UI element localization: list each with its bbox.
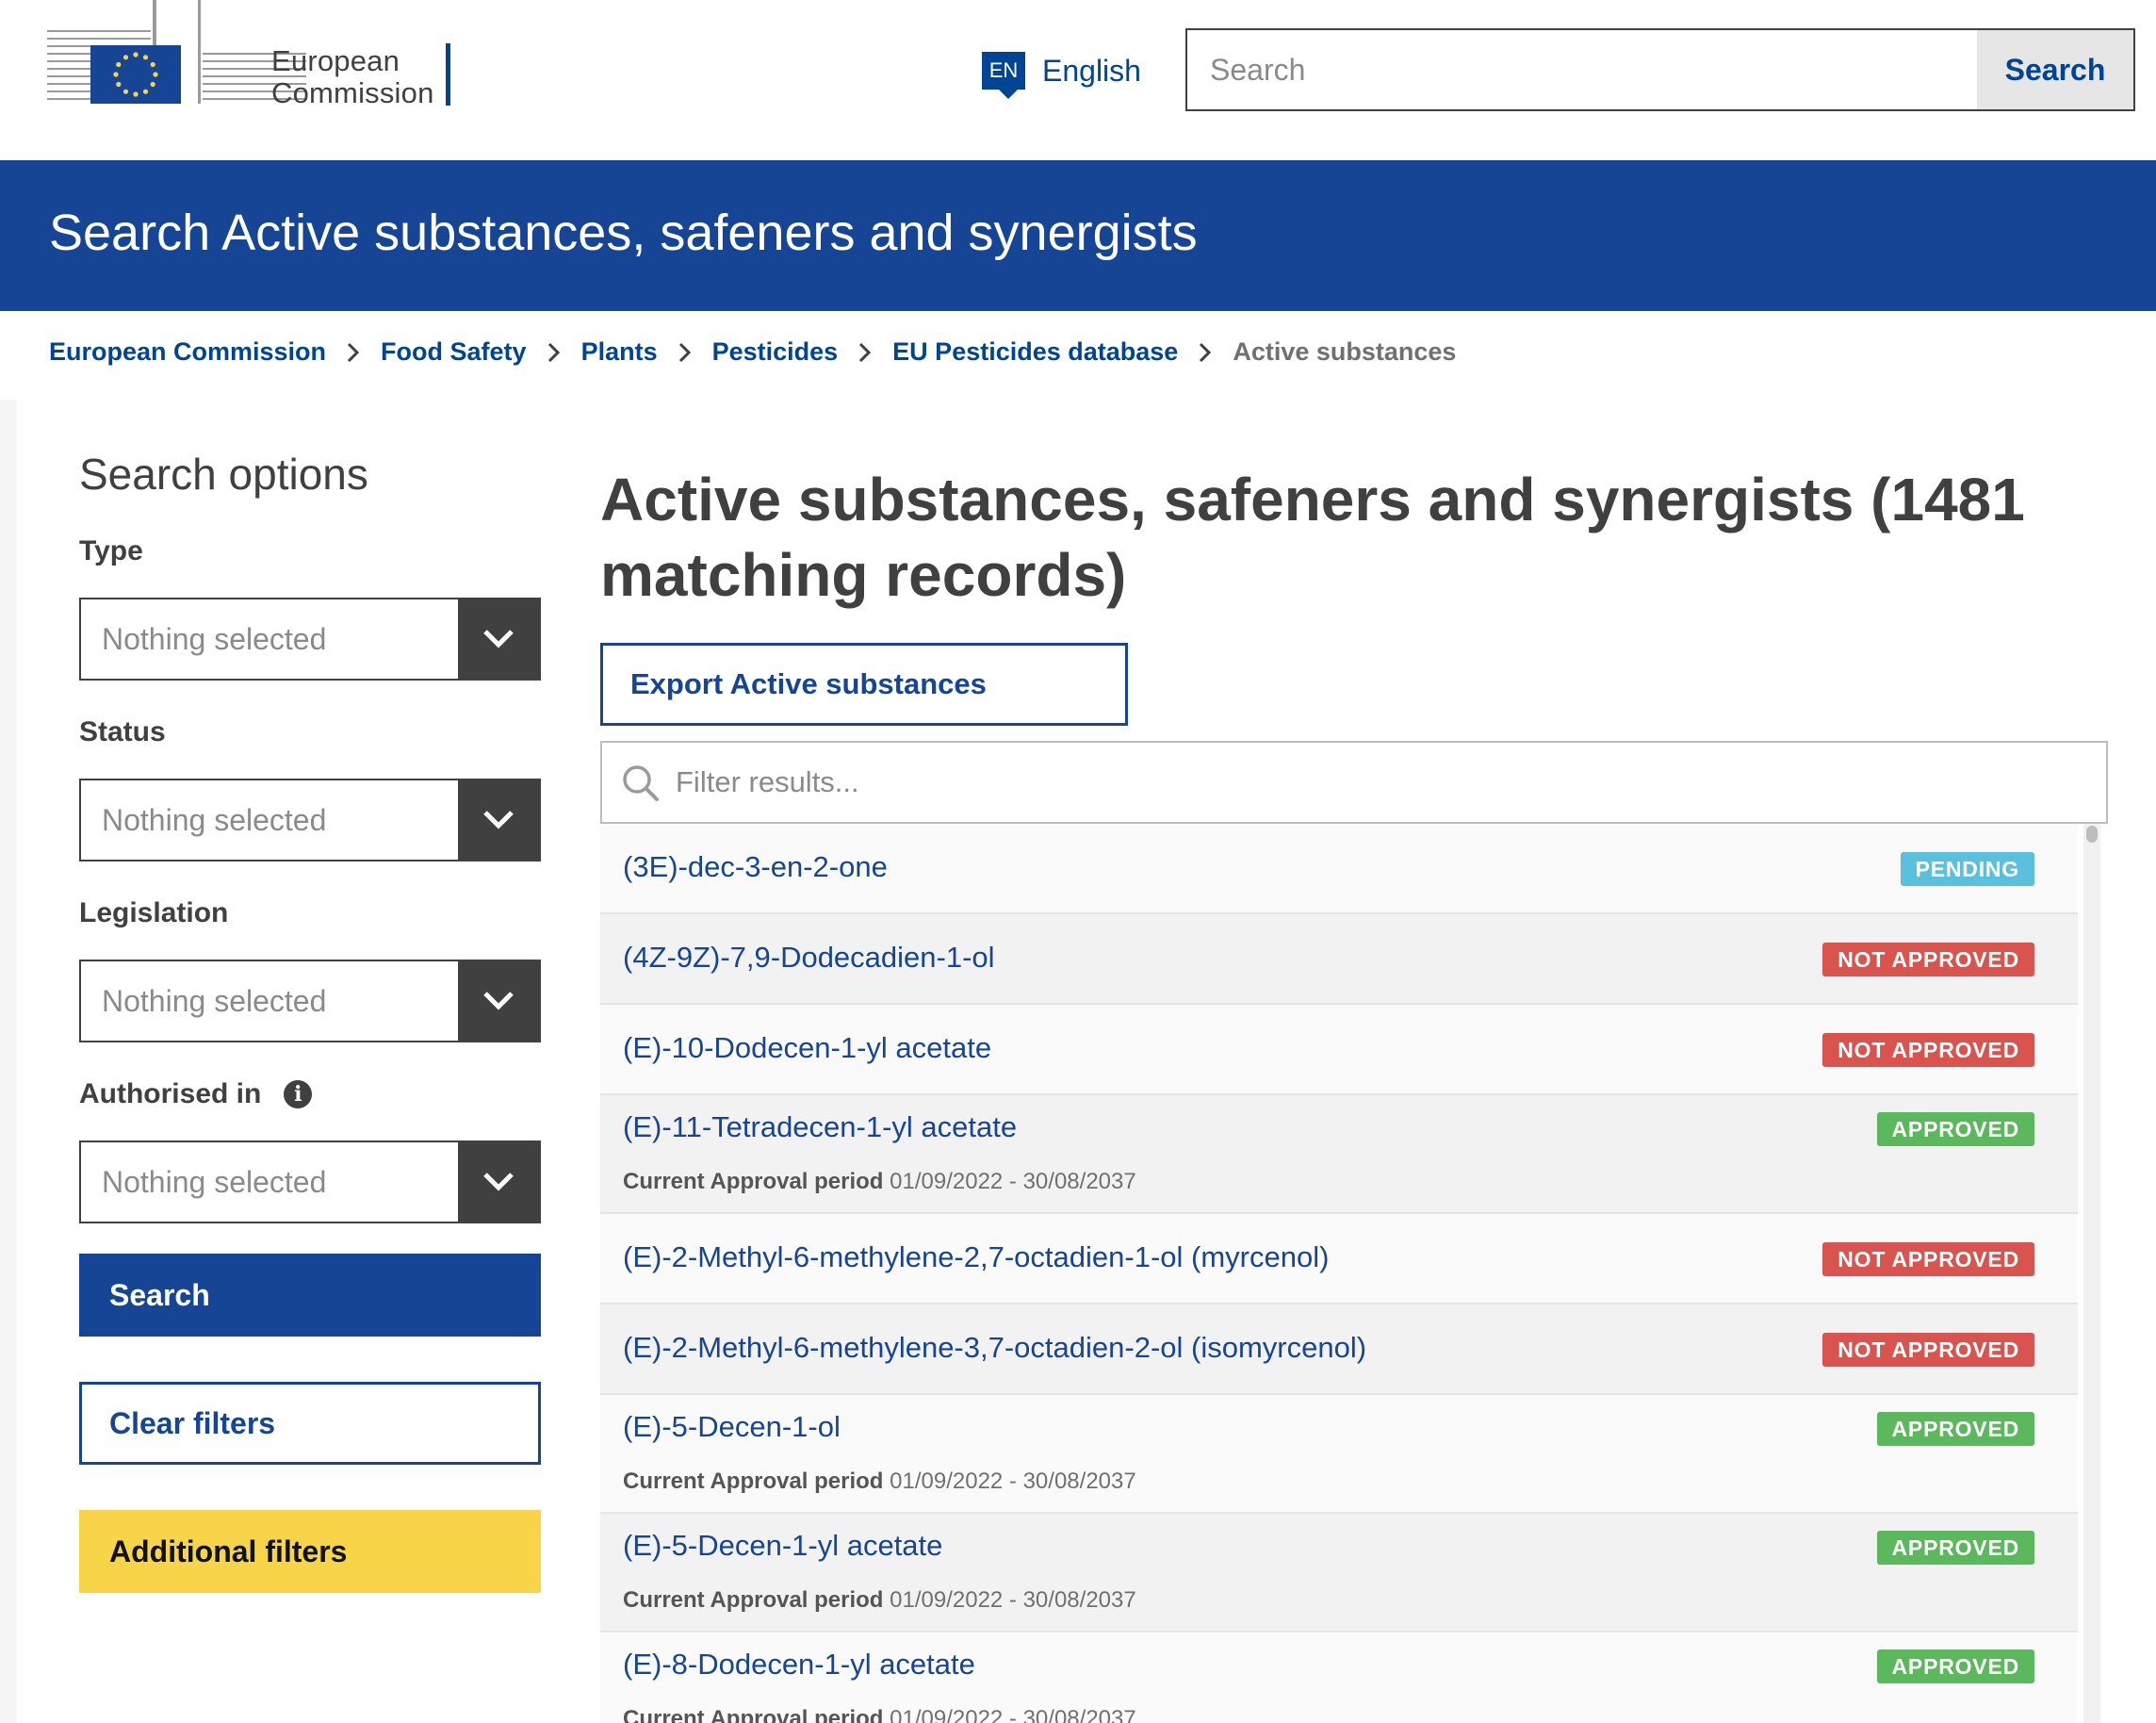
language-label: English xyxy=(1042,53,1141,88)
export-button[interactable]: Export Active substances xyxy=(600,643,1128,726)
approval-period: Current Approval period 01/09/2022 - 30/… xyxy=(623,1469,1136,1494)
page-title: Search Active substances, safeners and s… xyxy=(49,205,1198,261)
status-badge: PENDING xyxy=(1900,852,2034,886)
status-badge: APPROVED xyxy=(1876,1112,2034,1146)
results-scrollbar[interactable] xyxy=(2083,824,2100,1723)
additional-filters-button[interactable]: Additional filters xyxy=(79,1510,541,1593)
breadcrumb-link-eu-pesticides-database[interactable]: EU Pesticides database xyxy=(892,337,1178,367)
status-badge: APPROVED xyxy=(1876,1412,2034,1446)
list-item[interactable]: (3E)-dec-3-en-2-one PENDING xyxy=(600,824,2078,914)
logo-text-line2: Commission xyxy=(271,76,434,109)
approval-period: Current Approval period 01/09/2022 - 30/… xyxy=(623,1169,1136,1194)
list-item[interactable]: (4Z-9Z)-7,9-Dodecadien-1-ol NOT APPROVED xyxy=(600,914,2078,1005)
site-search: Search xyxy=(1185,28,2135,111)
status-select[interactable]: Nothing selected xyxy=(79,779,541,862)
results-list: (3E)-dec-3-en-2-one PENDING (4Z-9Z)-7,9-… xyxy=(600,824,2078,1723)
european-commission-logo[interactable]: European Commission xyxy=(47,0,462,113)
status-badge: APPROVED xyxy=(1876,1531,2034,1565)
chevron-right-icon xyxy=(1188,338,1222,367)
chevron-down-icon xyxy=(458,1142,539,1222)
substance-link[interactable]: (E)-11-Tetradecen-1-yl acetate xyxy=(623,1110,1017,1144)
search-icon xyxy=(621,763,661,808)
logo-text-line1: European xyxy=(271,44,400,77)
status-badge: APPROVED xyxy=(1876,1649,2034,1683)
breadcrumb-current: Active substances xyxy=(1233,337,1457,366)
status-badge: NOT APPROVED xyxy=(1822,1033,2034,1067)
breadcrumb: European Commission Food Safety Plants P… xyxy=(49,337,1456,367)
substance-link[interactable]: (E)-2-Methyl-6-methylene-2,7-octadien-1-… xyxy=(623,1240,1329,1274)
approval-period: Current Approval period 01/09/2022 - 30/… xyxy=(623,1706,1136,1723)
scrollbar-thumb[interactable] xyxy=(2086,826,2098,843)
breadcrumb-link-food-safety[interactable]: Food Safety xyxy=(381,337,527,367)
list-item[interactable]: (E)-11-Tetradecen-1-yl acetate APPROVED … xyxy=(600,1095,2078,1214)
legislation-select-value: Nothing selected xyxy=(102,984,327,1018)
clear-filters-button[interactable]: Clear filters xyxy=(79,1382,541,1465)
list-item[interactable]: (E)-5-Decen-1-ol APPROVED Current Approv… xyxy=(600,1395,2078,1514)
status-badge: NOT APPROVED xyxy=(1822,1333,2034,1367)
status-badge: NOT APPROVED xyxy=(1822,1242,2034,1276)
logo-divider xyxy=(446,43,450,106)
info-icon[interactable]: i xyxy=(284,1080,313,1108)
authorised-in-label: Authorised in i xyxy=(79,1078,313,1110)
type-select[interactable]: Nothing selected xyxy=(79,598,541,681)
site-search-input[interactable] xyxy=(1187,30,1977,109)
substance-link[interactable]: (E)-5-Decen-1-yl acetate xyxy=(623,1529,942,1563)
chevron-right-icon xyxy=(668,338,702,367)
breadcrumb-link-european-commission[interactable]: European Commission xyxy=(49,337,326,367)
filter-results xyxy=(600,741,2108,824)
results-title: Active substances, safeners and synergis… xyxy=(600,466,2025,609)
language-selector[interactable]: EN English xyxy=(982,47,1141,99)
chevron-right-icon xyxy=(336,338,370,367)
list-item[interactable]: (E)-5-Decen-1-yl acetate APPROVED Curren… xyxy=(600,1514,2078,1633)
chevron-down-icon xyxy=(458,599,539,679)
list-item[interactable]: (E)-10-Dodecen-1-yl acetate NOT APPROVED xyxy=(600,1005,2078,1095)
status-badge: NOT APPROVED xyxy=(1822,943,2034,976)
results-panel: Active substances, safeners and synergis… xyxy=(600,462,2108,1723)
substance-link[interactable]: (4Z-9Z)-7,9-Dodecadien-1-ol xyxy=(623,941,995,975)
chevron-right-icon xyxy=(537,338,571,367)
list-item[interactable]: (E)-8-Dodecen-1-yl acetate APPROVED Curr… xyxy=(600,1633,2078,1723)
sidebar-heading: Search options xyxy=(79,450,368,499)
filter-results-input[interactable] xyxy=(676,743,2089,822)
breadcrumb-link-pesticides[interactable]: Pesticides xyxy=(712,337,839,367)
search-options-sidebar: Search options Type Nothing selected Sta… xyxy=(79,449,541,1593)
chevron-down-icon xyxy=(458,961,539,1041)
chevron-down-icon xyxy=(458,780,539,860)
status-label: Status xyxy=(79,716,166,747)
left-edge-strip xyxy=(0,400,17,1723)
authorised-in-select-value: Nothing selected xyxy=(102,1165,327,1199)
type-label: Type xyxy=(79,535,143,566)
breadcrumb-link-plants[interactable]: Plants xyxy=(581,337,658,367)
substance-link[interactable]: (E)-10-Dodecen-1-yl acetate xyxy=(623,1031,991,1065)
chevron-right-icon xyxy=(848,338,882,367)
approval-period: Current Approval period 01/09/2022 - 30/… xyxy=(623,1587,1136,1613)
substance-link[interactable]: (3E)-dec-3-en-2-one xyxy=(623,850,888,884)
logo-text: European Commission xyxy=(271,45,434,109)
type-select-value: Nothing selected xyxy=(102,622,327,656)
legislation-label: Legislation xyxy=(79,897,229,928)
site-search-button[interactable]: Search xyxy=(1977,30,2133,109)
substance-link[interactable]: (E)-8-Dodecen-1-yl acetate xyxy=(623,1648,975,1682)
page-header-bar: Search Active substances, safeners and s… xyxy=(0,160,2156,311)
site-header: European Commission EN English Search xyxy=(0,0,2156,160)
substance-link[interactable]: (E)-5-Decen-1-ol xyxy=(623,1410,841,1444)
status-select-value: Nothing selected xyxy=(102,803,327,837)
language-code-icon: EN xyxy=(982,52,1025,99)
legislation-select[interactable]: Nothing selected xyxy=(79,960,541,1042)
list-item[interactable]: (E)-2-Methyl-6-methylene-2,7-octadien-1-… xyxy=(600,1214,2078,1305)
substance-link[interactable]: (E)-2-Methyl-6-methylene-3,7-octadien-2-… xyxy=(623,1331,1366,1365)
sidebar-search-button[interactable]: Search xyxy=(79,1254,541,1337)
list-item[interactable]: (E)-2-Methyl-6-methylene-3,7-octadien-2-… xyxy=(600,1305,2078,1395)
authorised-in-select[interactable]: Nothing selected xyxy=(79,1140,541,1223)
